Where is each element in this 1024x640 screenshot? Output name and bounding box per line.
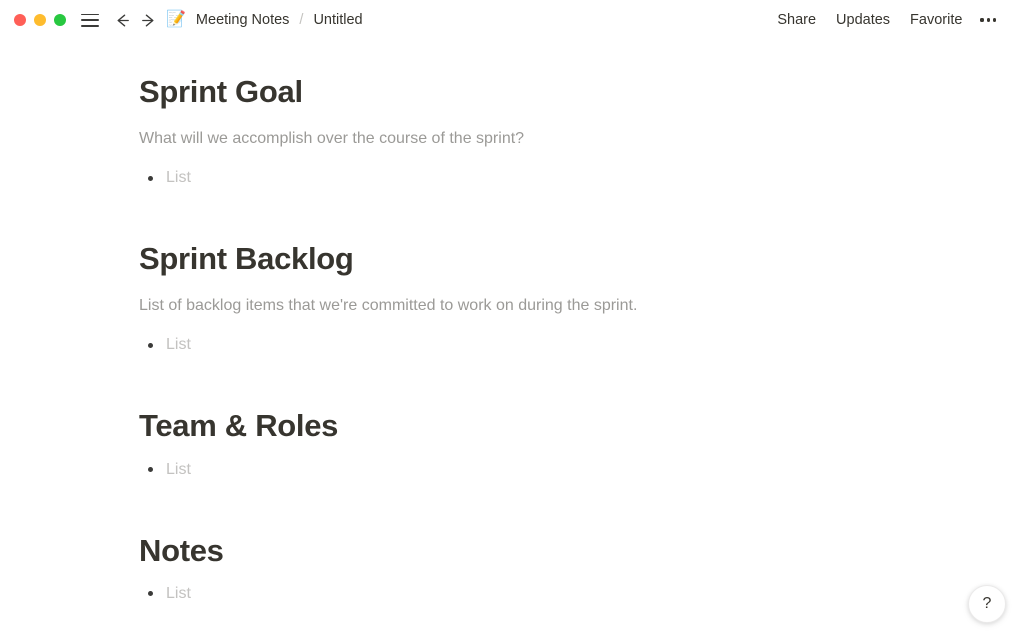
list-item-placeholder[interactable]: List (161, 333, 191, 357)
more-dot (980, 18, 984, 22)
section-notes: Notes List (137, 529, 928, 609)
breadcrumb: 📝 Meeting Notes / Untitled (166, 10, 366, 30)
arrow-left-icon (117, 14, 129, 26)
list-item[interactable]: List (137, 455, 928, 485)
section-description[interactable]: List of backlog items that we're committ… (137, 291, 928, 321)
help-button[interactable]: ? (968, 585, 1006, 623)
window-traffic-lights (14, 14, 66, 26)
app-window: 📝 Meeting Notes / Untitled Share Updates… (0, 0, 1024, 640)
bullet-icon (139, 333, 161, 357)
sidebar-toggle-button[interactable] (78, 8, 102, 32)
more-options-button[interactable] (972, 12, 1006, 27)
breadcrumb-current[interactable]: Untitled (310, 10, 365, 30)
share-button[interactable]: Share (767, 8, 826, 32)
titlebar: 📝 Meeting Notes / Untitled Share Updates… (0, 0, 1024, 40)
section-heading[interactable]: Sprint Backlog (137, 237, 928, 278)
arrow-right-icon (141, 14, 153, 26)
section-heading[interactable]: Sprint Goal (137, 70, 928, 111)
nav-buttons (110, 8, 160, 32)
window-maximize-button[interactable] (54, 14, 66, 26)
breadcrumb-parent[interactable]: Meeting Notes (193, 10, 293, 30)
more-dot (986, 18, 990, 22)
document-area: Sprint Goal What will we accomplish over… (0, 40, 1024, 640)
more-dot (992, 18, 996, 22)
updates-button[interactable]: Updates (826, 8, 900, 32)
bullet-icon (139, 582, 161, 606)
section-description[interactable]: What will we accomplish over the course … (137, 124, 928, 154)
section-heading[interactable]: Team & Roles (137, 404, 928, 445)
document-content: Sprint Goal What will we accomplish over… (0, 40, 1024, 609)
section-sprint-backlog: Sprint Backlog List of backlog items tha… (137, 237, 928, 360)
forward-button[interactable] (136, 8, 160, 32)
section-sprint-goal: Sprint Goal What will we accomplish over… (137, 70, 928, 193)
section-team-roles: Team & Roles List (137, 404, 928, 484)
favorite-button[interactable]: Favorite (900, 8, 972, 32)
hamburger-icon (81, 13, 99, 27)
titlebar-actions: Share Updates Favorite (767, 8, 1010, 32)
list-item[interactable]: List (137, 163, 928, 193)
breadcrumb-separator: / (299, 12, 304, 28)
bullet-icon (139, 166, 161, 190)
back-button[interactable] (110, 8, 134, 32)
bullet-icon (139, 458, 161, 482)
section-heading[interactable]: Notes (137, 529, 928, 570)
memo-icon: 📝 (166, 11, 186, 28)
window-close-button[interactable] (14, 14, 26, 26)
list-item[interactable]: List (137, 330, 928, 360)
window-minimize-button[interactable] (34, 14, 46, 26)
list-item[interactable]: List (137, 579, 928, 609)
list-item-placeholder[interactable]: List (161, 458, 191, 482)
list-item-placeholder[interactable]: List (161, 582, 191, 606)
list-item-placeholder[interactable]: List (161, 166, 191, 190)
